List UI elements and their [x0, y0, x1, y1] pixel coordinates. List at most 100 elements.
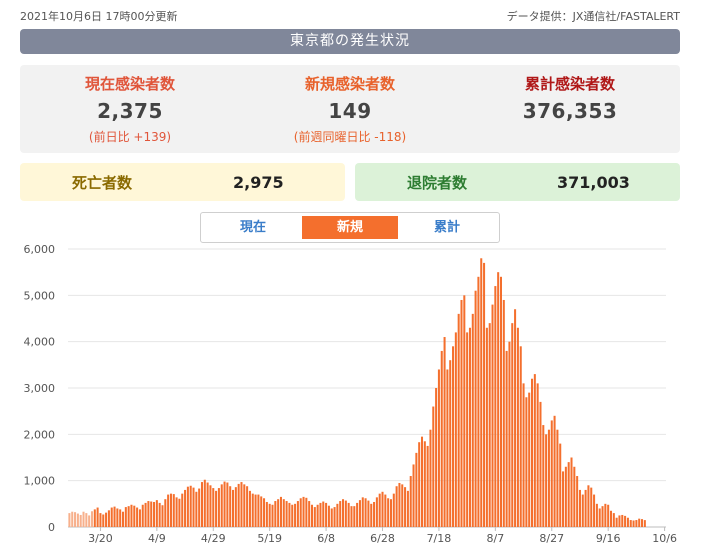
bar	[76, 513, 79, 527]
bar	[370, 503, 373, 527]
bar	[279, 496, 282, 527]
bar	[347, 502, 350, 527]
bar	[291, 504, 294, 527]
bar	[133, 505, 136, 527]
bar	[361, 497, 364, 527]
new-cases-value: 149	[328, 99, 372, 123]
tab-current[interactable]: 現在	[205, 216, 301, 239]
bar	[525, 397, 528, 527]
bar	[373, 501, 376, 527]
bar	[232, 489, 235, 527]
bar	[601, 506, 604, 527]
bar	[175, 497, 178, 527]
x-tick-label: 4/9	[148, 532, 166, 545]
bar	[367, 500, 370, 527]
bar	[423, 441, 426, 527]
bar	[432, 406, 435, 527]
bar	[420, 436, 424, 527]
bar	[342, 499, 345, 527]
bar	[288, 502, 291, 527]
new-cases-stat: 新規感染者数 149 (前週同曜日比 -118)	[240, 65, 460, 153]
bar	[243, 484, 246, 527]
y-tick-label: 4,000	[24, 336, 56, 349]
bar	[203, 479, 206, 527]
total-cases-value: 376,353	[522, 99, 618, 123]
y-tick-label: 0	[48, 521, 55, 534]
bar	[539, 401, 542, 527]
new-cases-label: 新規感染者数	[304, 75, 395, 93]
deaths-label: 死亡者数	[72, 173, 133, 192]
data-source: データ提供：JX通信社/FASTALERT	[506, 10, 680, 23]
tab-total[interactable]: 累計	[399, 216, 495, 239]
current-cases-value: 2,375	[97, 99, 163, 123]
bar	[82, 511, 85, 527]
bar	[282, 499, 285, 527]
bar	[409, 476, 412, 527]
y-tick-label: 1,000	[24, 475, 56, 488]
deaths-box: 死亡者数 2,975	[20, 163, 345, 201]
bar	[339, 501, 342, 527]
bar	[353, 506, 356, 527]
bar	[169, 493, 172, 527]
bar	[127, 506, 130, 527]
bar	[209, 485, 212, 527]
bar	[88, 515, 91, 527]
bar	[457, 313, 460, 527]
bar	[643, 520, 646, 527]
bar	[415, 452, 418, 527]
bar	[384, 494, 387, 527]
bar	[164, 499, 167, 527]
bar	[251, 493, 254, 527]
bar	[234, 487, 237, 527]
x-tick-label: 4/29	[201, 532, 226, 545]
bar	[158, 502, 161, 527]
new-cases-diff: (前週同曜日比 -118)	[293, 130, 407, 144]
x-tick-label: 7/18	[427, 532, 452, 545]
bar	[612, 513, 615, 527]
bar	[387, 498, 390, 527]
bar	[330, 508, 333, 527]
bar	[595, 503, 598, 527]
y-tick-label: 2,000	[24, 428, 56, 441]
bar	[294, 503, 297, 527]
bar	[381, 491, 384, 527]
x-tick-label: 5/19	[257, 532, 282, 545]
bar	[466, 332, 469, 527]
bar	[79, 514, 82, 527]
bar	[491, 304, 494, 527]
bar	[499, 276, 502, 527]
bar	[480, 258, 483, 527]
update-timestamp: 2021年10月6日 17時00分更新	[20, 10, 178, 23]
current-cases-diff: (前日比 +139)	[88, 130, 172, 144]
bar	[584, 489, 587, 527]
bar	[533, 374, 536, 527]
x-tick-label: 8/7	[486, 532, 504, 545]
bar	[192, 487, 195, 527]
bar	[449, 360, 452, 527]
bar	[635, 520, 638, 527]
bar	[74, 512, 77, 527]
bar	[356, 502, 359, 527]
bar	[545, 434, 548, 527]
bar	[395, 486, 398, 527]
bar	[93, 509, 96, 527]
bar	[567, 462, 570, 527]
bar	[240, 482, 243, 527]
bar	[316, 504, 319, 527]
bar	[220, 484, 223, 527]
bar	[505, 350, 508, 527]
bar	[237, 483, 240, 527]
y-tick-label: 3,000	[24, 382, 56, 395]
current-cases-label: 現在感染者数	[84, 75, 175, 93]
bar	[333, 507, 336, 527]
bar	[392, 493, 395, 527]
bar	[181, 493, 184, 527]
bar	[195, 491, 198, 527]
bar	[254, 494, 257, 527]
bar	[463, 295, 466, 527]
tab-new[interactable]: 新規	[302, 216, 398, 239]
bar	[198, 488, 201, 527]
bar	[562, 471, 565, 527]
bar	[358, 500, 361, 527]
current-cases-stat: 現在感染者数 2,375 (前日比 +139)	[20, 65, 240, 153]
